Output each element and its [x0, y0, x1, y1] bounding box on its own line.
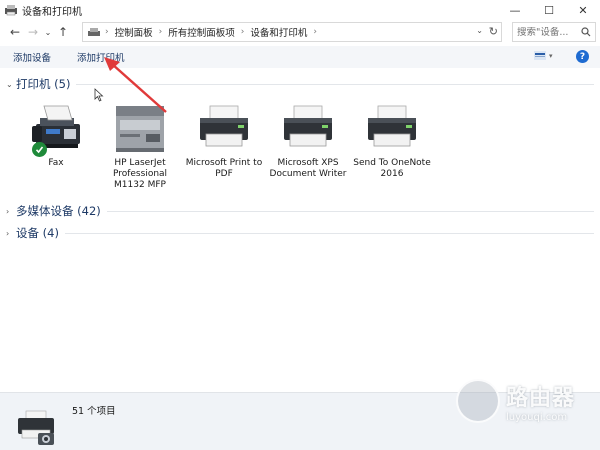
search-input[interactable] [517, 26, 581, 38]
printer-item-onenote[interactable]: Send To OneNote 2016 [350, 102, 434, 191]
group-title: 多媒体设备 (42) [16, 204, 101, 218]
search-box[interactable] [512, 22, 596, 42]
devices-printers-large-icon [18, 410, 54, 445]
collapse-caret-icon: ⌄ [6, 79, 13, 89]
printer-item-hp-laserjet[interactable]: HP LaserJet Professional M1132 MFP [98, 102, 182, 191]
refresh-button[interactable]: ↻ [489, 25, 498, 38]
expand-caret-icon: › [6, 206, 10, 216]
item-count: 51 个项目 [72, 406, 116, 417]
forward-button[interactable]: → [24, 22, 42, 42]
control-panel-location-icon [88, 28, 100, 36]
breadcrumb-separator: › [105, 27, 109, 37]
watermark-text: 路由器 [506, 385, 576, 411]
multimedia-group-header[interactable]: › 多媒体设备 (42) [6, 203, 594, 219]
watermark-url: luyouqi.com [506, 411, 568, 423]
mfp-printer-icon [116, 106, 164, 152]
back-button[interactable]: ← [6, 22, 24, 42]
printer-label: Fax [48, 158, 64, 168]
printer-icon [368, 105, 416, 147]
group-divider [64, 232, 594, 234]
group-title: 设备 (4) [16, 226, 59, 240]
window-title: 设备和打印机 [22, 6, 82, 18]
breadcrumb-all-items[interactable]: 所有控制面板项 [168, 25, 235, 39]
printer-icon [284, 105, 332, 147]
address-dropdown-button[interactable]: ⌄ [476, 26, 483, 35]
breadcrumb-separator: › [158, 27, 163, 37]
maximize-button[interactable]: ☐ [532, 0, 566, 20]
breadcrumb-separator: › [313, 27, 317, 37]
printer-label: HP LaserJet Professional M1132 MFP [112, 158, 168, 190]
navigation-bar: ← → ⌄ ↑ › 控制面板 › 所有控制面板项 › 设备和打印机 › ⌄ ↻ [0, 20, 600, 44]
address-bar[interactable]: › 控制面板 › 所有控制面板项 › 设备和打印机 › ⌄ ↻ [82, 22, 502, 42]
minimize-button[interactable]: — [498, 0, 532, 20]
expand-caret-icon: › [6, 228, 10, 238]
up-button[interactable]: ↑ [54, 22, 72, 42]
printer-label: Send To OneNote 2016 [353, 158, 431, 179]
watermark-logo-icon [456, 379, 500, 423]
change-view-button[interactable]: ▾ [534, 51, 553, 60]
printer-label: Microsoft XPS Document Writer [269, 158, 347, 179]
printer-icon [200, 105, 248, 147]
title-bar: 设备和打印机 — ☐ ✕ [0, 0, 600, 20]
search-icon[interactable] [581, 27, 591, 37]
printer-label: Microsoft Print to PDF [185, 158, 263, 179]
printer-list: Fax HP LaserJet Professional M1132 MFP M… [14, 102, 434, 191]
window-controls: — ☐ ✕ [498, 0, 600, 20]
printer-item-fax[interactable]: Fax [14, 102, 98, 191]
breadcrumb-devices-printers[interactable]: 设备和打印机 [250, 25, 307, 39]
command-bar: 添加设备 添加打印机 ▾ ? [0, 46, 600, 68]
group-title: 打印机 (5) [16, 77, 71, 91]
devices-group-header[interactable]: › 设备 (4) [6, 225, 594, 241]
group-divider [76, 83, 594, 85]
watermark: 路由器 luyouqi.com [456, 376, 598, 426]
add-device-button[interactable]: 添加设备 [13, 50, 51, 64]
printer-item-xps-writer[interactable]: Microsoft XPS Document Writer [266, 102, 350, 191]
printer-item-print-to-pdf[interactable]: Microsoft Print to PDF [32, 102, 266, 191]
breadcrumb-separator: › [240, 27, 245, 37]
devices-printers-icon [5, 5, 17, 16]
view-icon [534, 51, 546, 60]
recent-locations-button[interactable]: ⌄ [42, 22, 54, 42]
chevron-down-icon: ▾ [549, 51, 553, 60]
add-printer-button[interactable]: 添加打印机 [77, 50, 125, 64]
mouse-cursor-icon [94, 88, 104, 102]
help-button[interactable]: ? [576, 50, 589, 63]
close-button[interactable]: ✕ [566, 0, 600, 20]
default-printer-check-icon [32, 142, 47, 157]
group-divider [106, 210, 594, 212]
breadcrumb-control-panel[interactable]: 控制面板 [115, 25, 153, 39]
